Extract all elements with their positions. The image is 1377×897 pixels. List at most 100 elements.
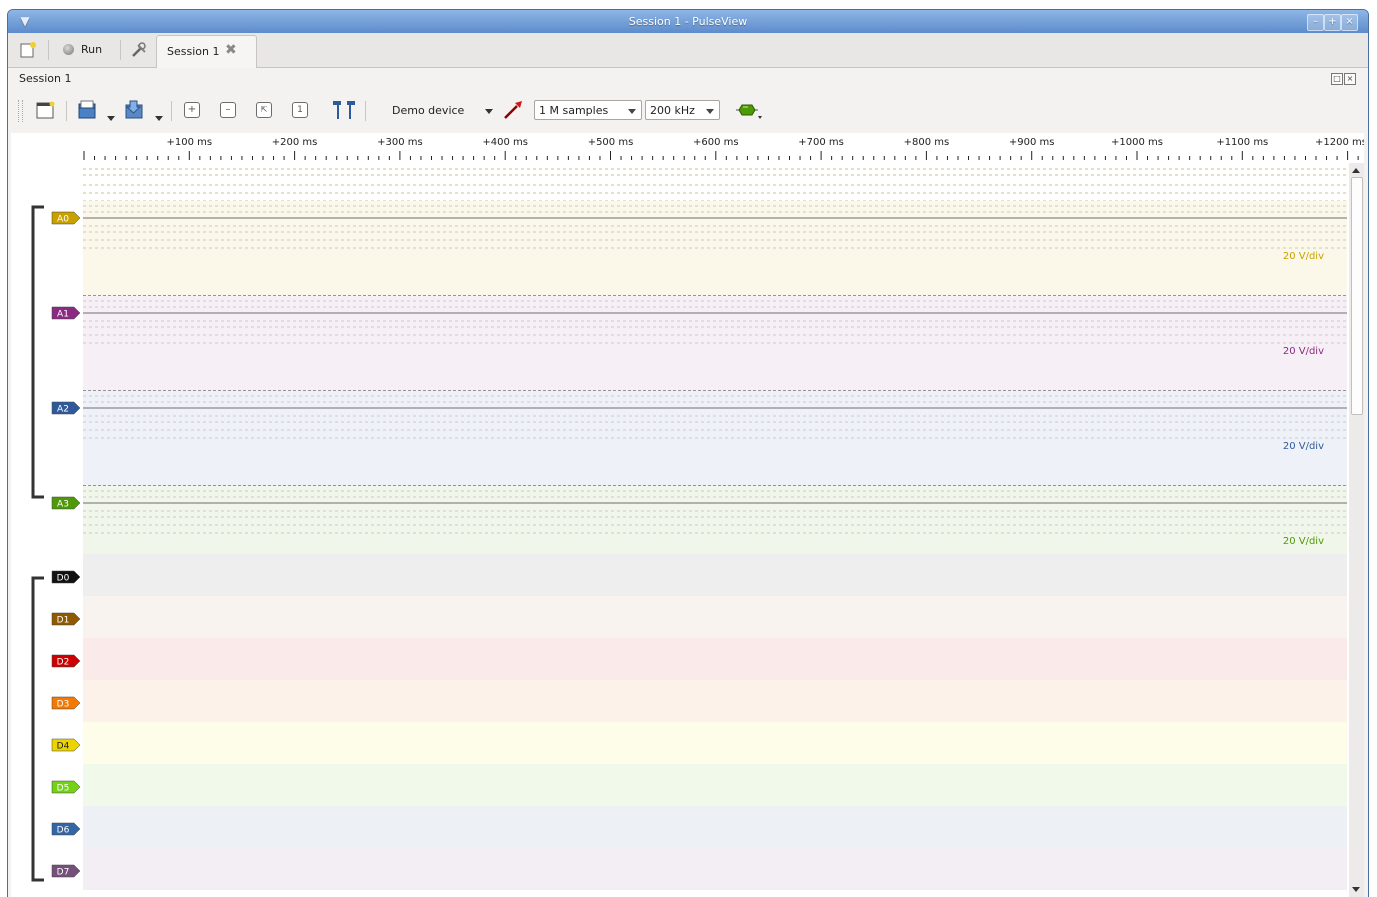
- save-file-icon: [125, 100, 143, 119]
- vertical-scrollbar[interactable]: [1349, 163, 1364, 897]
- channel-label-D0: D0: [57, 574, 70, 584]
- new-view-button[interactable]: [34, 99, 58, 121]
- zoom-in-button[interactable]: +: [180, 99, 204, 121]
- channel-badge-D1[interactable]: D1: [51, 612, 81, 626]
- scroll-up-icon[interactable]: [1352, 168, 1360, 173]
- dock-close-icon[interactable]: ×: [1344, 73, 1356, 85]
- scrollbar-thumb[interactable]: [1351, 177, 1363, 415]
- scale-label-A0: 20 V/div: [1283, 251, 1324, 262]
- scroll-down-icon[interactable]: [1352, 887, 1360, 892]
- channel-label-D1: D1: [57, 616, 70, 626]
- new-session-icon: [20, 42, 36, 58]
- digital-trace-bg: [83, 764, 1347, 806]
- zoom-fit-button[interactable]: ⇱: [252, 99, 276, 121]
- analog-group-bracket: [31, 205, 44, 499]
- show-cursors-button[interactable]: [331, 99, 355, 121]
- ruler-svg: +100 ms +200 ms +300 ms +400 ms +500 ms +600 …: [83, 137, 1367, 160]
- zoom-fit-icon: ⇱: [256, 102, 272, 118]
- dock-title-bar: Session 1 □ ×: [8, 68, 1368, 88]
- channel-badge-D2[interactable]: D2: [51, 654, 81, 668]
- device-label: Demo device: [392, 104, 465, 117]
- close-tab-icon[interactable]: ✖: [225, 42, 237, 58]
- ruler-label: +900 ms: [1009, 137, 1055, 148]
- ruler-label: +500 ms: [588, 137, 634, 148]
- channel-label-D4: D4: [57, 742, 70, 752]
- digital-group-bracket: [31, 576, 44, 882]
- channel-label-D6: D6: [57, 826, 70, 836]
- channel-badge-D4[interactable]: D4: [51, 738, 81, 752]
- add-decoder-button[interactable]: [734, 99, 764, 121]
- device-dropdown-icon[interactable]: [485, 109, 493, 114]
- new-session-button[interactable]: [18, 38, 40, 62]
- tab-session-1[interactable]: Session 1 ✖: [156, 35, 257, 68]
- trace-view[interactable]: +100 ms +200 ms +300 ms +400 ms +500 ms +600 …: [11, 133, 1367, 897]
- zoom-out-button[interactable]: –: [216, 99, 240, 121]
- channel-badge-D6[interactable]: D6: [51, 822, 81, 836]
- ruler-label: +1000 ms: [1111, 137, 1163, 148]
- digital-trace-bg: [83, 722, 1347, 764]
- channel-badge-D3[interactable]: D3: [51, 696, 81, 710]
- digital-trace-bg: [83, 638, 1347, 680]
- channel-badge-A0[interactable]: A0: [51, 211, 81, 225]
- main-toolbar: + – ⇱ 1 Demo device 1 M samples 200 kHz: [8, 90, 1368, 132]
- close-window-icon[interactable]: ×: [1341, 14, 1358, 31]
- title-bar[interactable]: ▼ Session 1 - PulseView – + ×: [8, 10, 1368, 33]
- save-dropdown-icon[interactable]: [155, 116, 163, 121]
- sample-count-value: 1 M samples: [539, 104, 609, 117]
- digital-trace-bg: [83, 596, 1347, 638]
- zoom-original-icon: 1: [292, 102, 308, 118]
- cursors-icon: [333, 101, 355, 119]
- decoder-icon: [736, 104, 762, 119]
- save-file-button[interactable]: [123, 99, 147, 121]
- ruler-label: +600 ms: [693, 137, 739, 148]
- trace-area[interactable]: 20 V/div A0 20 V/div A1 20 V/div A2 20 V/div A3…: [11, 163, 1349, 897]
- minimize-icon[interactable]: –: [1307, 14, 1324, 31]
- ruler-label: +300 ms: [377, 137, 423, 148]
- channel-label-A0: A0: [57, 215, 69, 225]
- main-window: ▼ Session 1 - PulseView – + × Run Sessio…: [7, 9, 1369, 897]
- ruler-label: +800 ms: [904, 137, 950, 148]
- channel-badge-A1[interactable]: A1: [51, 306, 81, 320]
- channel-label-A2: A2: [57, 405, 69, 415]
- scale-label-A3: 20 V/div: [1283, 536, 1324, 547]
- device-config-button[interactable]: [502, 99, 526, 121]
- digital-trace-bg: [83, 554, 1347, 596]
- dock-title: Session 1: [19, 72, 72, 85]
- channel-label-D3: D3: [57, 700, 70, 710]
- settings-button[interactable]: [129, 38, 151, 62]
- channel-badge-A2[interactable]: A2: [51, 401, 81, 415]
- open-file-button[interactable]: [76, 99, 100, 121]
- run-button[interactable]: Run: [61, 38, 109, 62]
- sample-rate-select[interactable]: 200 kHz: [645, 100, 720, 120]
- sample-count-select[interactable]: 1 M samples: [534, 100, 642, 120]
- probe-icon: [504, 101, 522, 119]
- run-status-icon: [63, 44, 74, 55]
- zoom-original-button[interactable]: 1: [288, 99, 312, 121]
- digital-trace-bg: [83, 806, 1347, 848]
- sample-count-arrow-icon: [628, 109, 636, 114]
- new-view-icon: [36, 101, 55, 119]
- maximize-icon[interactable]: +: [1324, 14, 1341, 31]
- open-dropdown-icon[interactable]: [107, 116, 115, 121]
- ruler-label: +200 ms: [272, 137, 318, 148]
- channel-badge-A3[interactable]: A3: [51, 496, 81, 510]
- device-selector[interactable]: Demo device: [392, 99, 472, 123]
- channel-badge-D0[interactable]: D0: [51, 570, 81, 584]
- channel-badge-D7[interactable]: D7: [51, 864, 81, 878]
- digital-trace-bg: [83, 680, 1347, 722]
- channel-badge-D5[interactable]: D5: [51, 780, 81, 794]
- scale-label-A2: 20 V/div: [1283, 441, 1324, 452]
- digital-trace-bg: [83, 848, 1347, 890]
- scale-label-A1: 20 V/div: [1283, 346, 1324, 357]
- tab-session-label: Session 1: [167, 45, 220, 58]
- ruler-label: +700 ms: [798, 137, 844, 148]
- window-title: Session 1 - PulseView: [628, 15, 748, 28]
- open-file-icon: [78, 100, 96, 119]
- channel-label-D5: D5: [57, 784, 70, 794]
- ruler-label: +1100 ms: [1216, 137, 1268, 148]
- ruler-label: +400 ms: [482, 137, 528, 148]
- zoom-out-icon: –: [220, 102, 236, 118]
- dock-float-icon[interactable]: □: [1331, 73, 1343, 85]
- time-ruler[interactable]: +100 ms +200 ms +300 ms +400 ms +500 ms +600 …: [11, 133, 1367, 163]
- ruler-label: +100 ms: [166, 137, 212, 148]
